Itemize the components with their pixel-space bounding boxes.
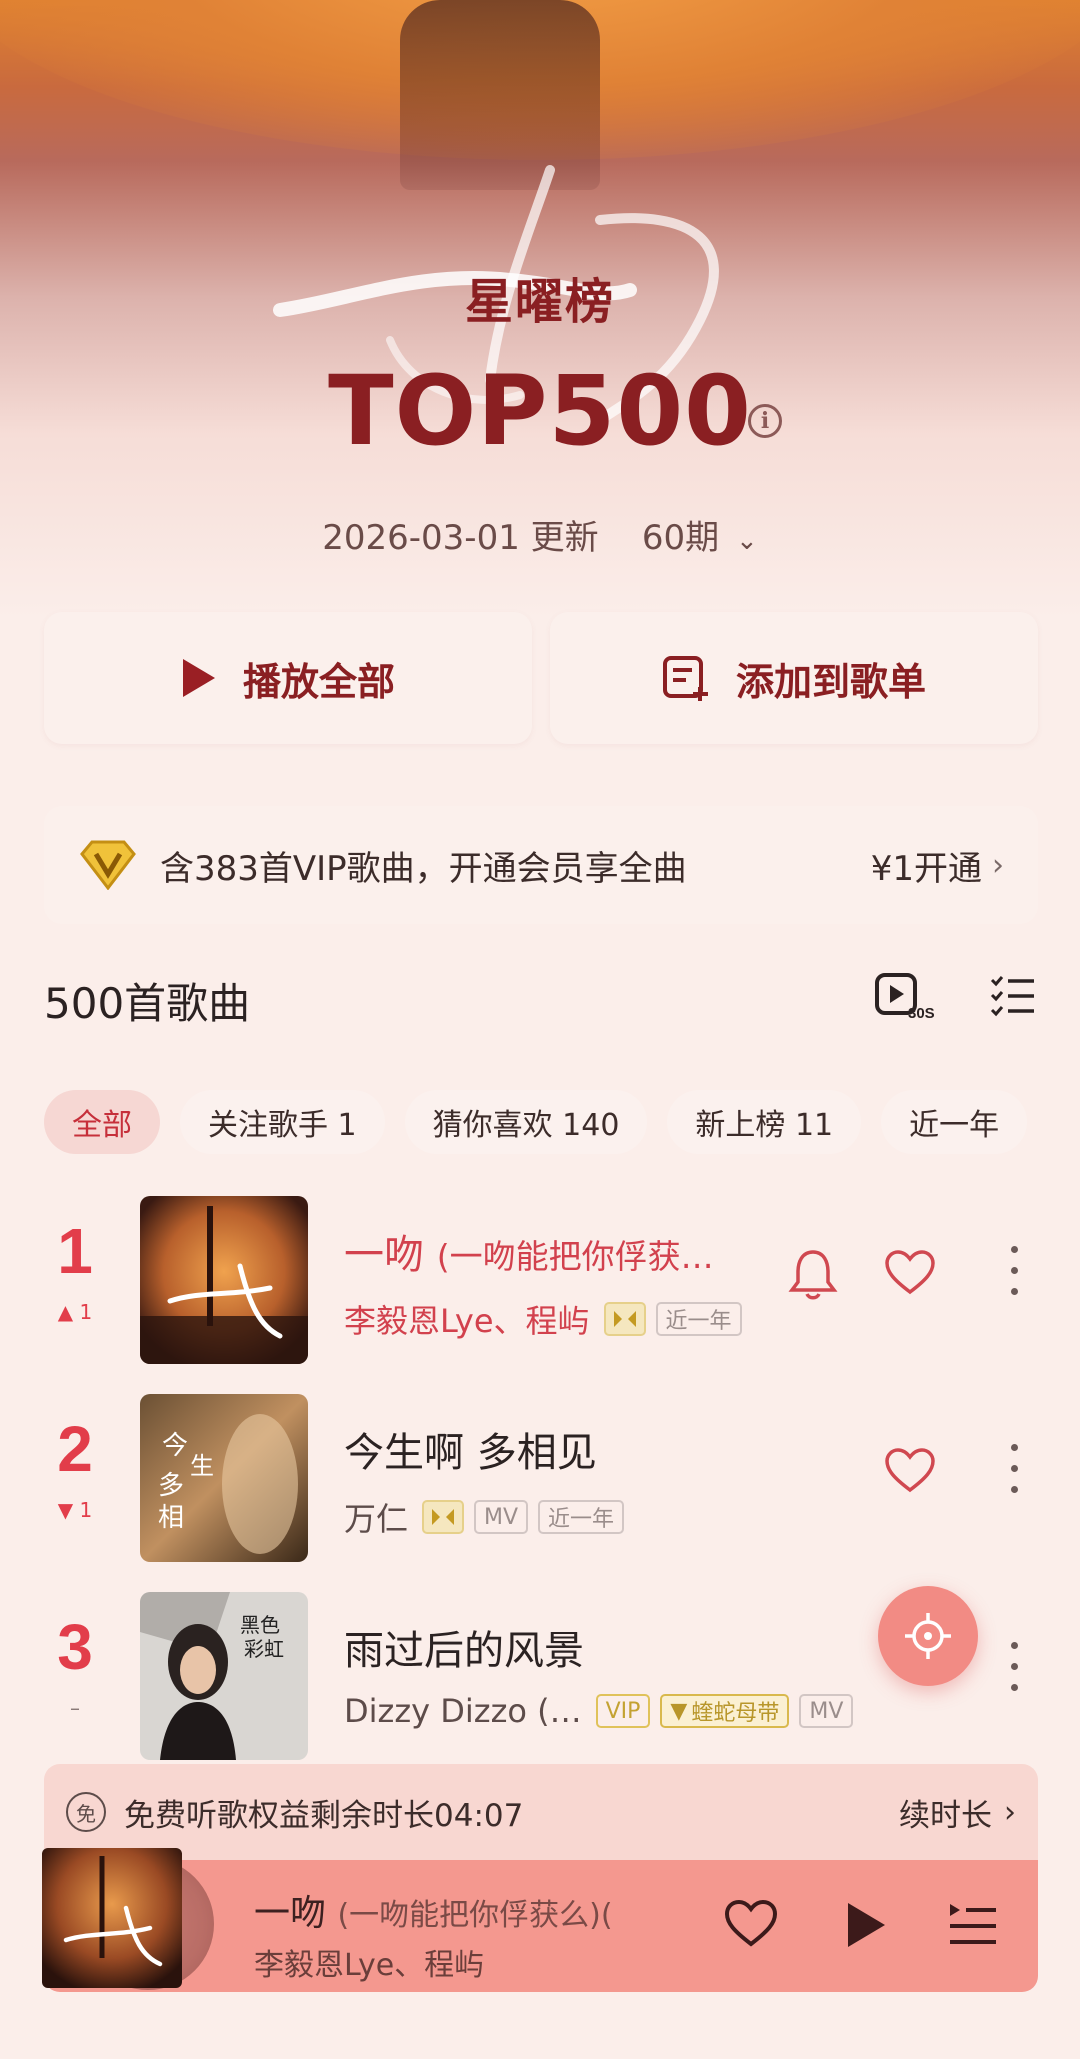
preview-30s-label: 30S bbox=[908, 1005, 935, 1022]
multi-select-icon[interactable] bbox=[990, 975, 1036, 1021]
chevron-right-icon: › bbox=[992, 847, 1004, 883]
tag-mv[interactable]: MV bbox=[799, 1694, 854, 1728]
song-row[interactable]: 1 ▲ 1 一吻 (一吻能把你俘获… 李毅恩Lye、程屿 近一年 bbox=[0, 1196, 1080, 1374]
chevron-right-icon: › bbox=[1004, 1794, 1016, 1830]
vip-open-link[interactable]: ¥1开通 bbox=[871, 841, 982, 890]
play-icon bbox=[181, 657, 217, 699]
song-rank: 2 bbox=[57, 1413, 93, 1485]
free-badge-icon: 免 bbox=[66, 1792, 106, 1832]
rank-trend: ▼ 1 bbox=[57, 1498, 93, 1522]
svg-text:多: 多 bbox=[158, 1471, 184, 1501]
tag-recent-year: 近一年 bbox=[538, 1500, 625, 1534]
song-meta: 李毅恩Lye、程屿 近一年 bbox=[344, 1296, 752, 1342]
svg-text:今: 今 bbox=[162, 1431, 188, 1461]
now-playing-title: 一吻 (一吻能把你俘获么)( bbox=[254, 1893, 613, 1934]
heart-icon[interactable] bbox=[884, 1448, 936, 1498]
now-playing-artist: 李毅恩Lye、程屿 bbox=[254, 1948, 485, 1983]
filter-chip-recent-year[interactable]: 近一年 bbox=[881, 1090, 1028, 1154]
update-date: 2026-03-01 更新 bbox=[322, 518, 599, 558]
period-label: 60期 bbox=[641, 518, 720, 558]
filter-chips: 全部 关注歌手 1 猜你喜欢 140 新上榜 11 近一年 bbox=[44, 1090, 1080, 1154]
song-artist[interactable]: Dizzy Dizzo (… bbox=[344, 1692, 582, 1730]
song-artist[interactable]: 李毅恩Lye、程屿 bbox=[344, 1296, 590, 1342]
song-rank: 1 bbox=[57, 1215, 93, 1287]
heart-icon[interactable] bbox=[884, 1250, 936, 1300]
svg-text:彩虹: 彩虹 bbox=[244, 1637, 284, 1661]
song-row[interactable]: 2 ▼ 1 今 多 相 生 今生啊 多相见 万仁 MV 近一年 bbox=[0, 1394, 1080, 1572]
tag-recent-year: 近一年 bbox=[655, 1302, 742, 1336]
song-artist[interactable]: 万仁 bbox=[344, 1494, 408, 1540]
preview-30s-icon[interactable]: 30S bbox=[874, 972, 938, 1026]
play-all-button[interactable]: 播放全部 bbox=[44, 612, 532, 744]
vip-promo-bar[interactable]: 含383首VIP歌曲，开通会员享全曲 ¥1开通 › bbox=[44, 806, 1038, 924]
tag-viper-master: ▼ 蝰蛇母带 bbox=[660, 1694, 790, 1728]
chart-subtitle: 星曜榜 bbox=[464, 274, 615, 330]
song-title: 一吻 (一吻能把你俘获… bbox=[344, 1232, 714, 1278]
viper-icon: ▼ bbox=[670, 1698, 688, 1724]
chevron-down-icon: ⌄ bbox=[735, 526, 758, 556]
free-listening-text: 免费听歌权益剩余时长04:07 bbox=[124, 1797, 524, 1834]
more-options-icon[interactable] bbox=[1008, 1246, 1020, 1309]
song-meta: 万仁 MV 近一年 bbox=[344, 1494, 634, 1540]
crosshair-icon bbox=[905, 1613, 951, 1659]
add-playlist-icon bbox=[662, 655, 710, 701]
dolby-audio-icon bbox=[422, 1500, 465, 1534]
heart-icon[interactable] bbox=[724, 1899, 778, 1952]
filter-chip-followed[interactable]: 关注歌手 1 bbox=[180, 1090, 385, 1154]
locate-current-song-button[interactable] bbox=[878, 1586, 978, 1686]
info-icon[interactable]: i bbox=[748, 404, 782, 438]
playlist-queue-icon[interactable] bbox=[948, 1902, 998, 1952]
album-cover: 今 多 相 生 bbox=[140, 1394, 308, 1562]
add-to-playlist-label: 添加到歌单 bbox=[735, 659, 926, 704]
vip-diamond-icon bbox=[78, 840, 138, 890]
album-cover bbox=[140, 1196, 308, 1364]
dolby-audio-icon bbox=[603, 1302, 646, 1336]
free-listening-bar[interactable]: 免 免费听歌权益剩余时长04:07 续时长 › bbox=[44, 1764, 1038, 1860]
play-icon[interactable] bbox=[844, 1900, 888, 1954]
chart-title: TOP500 bbox=[328, 355, 752, 467]
svg-text:生: 生 bbox=[190, 1452, 214, 1480]
filter-chip-guess[interactable]: 猜你喜欢 140 bbox=[404, 1090, 648, 1154]
tag-vip: VIP bbox=[595, 1694, 651, 1728]
bottom-safe-area bbox=[0, 1992, 1080, 2059]
rank-trend: – bbox=[70, 1696, 80, 1720]
svg-text:黑色: 黑色 bbox=[240, 1613, 280, 1637]
add-to-playlist-button[interactable]: 添加到歌单 bbox=[550, 612, 1038, 744]
bell-icon[interactable] bbox=[788, 1248, 838, 1304]
play-all-label: 播放全部 bbox=[242, 659, 395, 704]
song-title: 今生啊 多相见 bbox=[344, 1430, 597, 1476]
extend-time-link[interactable]: 续时长 bbox=[899, 1790, 992, 1835]
period-selector[interactable]: 2026-03-01 更新 60期 ⌄ bbox=[0, 510, 1080, 559]
now-playing-cover bbox=[42, 1848, 182, 1988]
more-options-icon[interactable] bbox=[1008, 1642, 1020, 1705]
album-cover: 黑色 彩虹 bbox=[140, 1592, 308, 1760]
now-playing-artwork[interactable] bbox=[42, 1848, 222, 1998]
song-meta: Dizzy Dizzo (… VIP ▼ 蝰蛇母带 MV bbox=[344, 1692, 863, 1730]
filter-chip-all[interactable]: 全部 bbox=[44, 1090, 160, 1154]
mini-player[interactable]: 一吻 (一吻能把你俘获么)( 李毅恩Lye、程屿 bbox=[42, 1848, 1038, 1992]
tag-viper-master-label: 蝰蛇母带 bbox=[691, 1701, 780, 1726]
tag-mv[interactable]: MV bbox=[474, 1500, 529, 1534]
filter-chip-new[interactable]: 新上榜 11 bbox=[667, 1090, 862, 1154]
rank-trend: ▲ 1 bbox=[57, 1300, 93, 1324]
song-count-title: 500首歌曲 bbox=[44, 979, 251, 1028]
more-options-icon[interactable] bbox=[1008, 1444, 1020, 1507]
vip-promo-text: 含383首VIP歌曲，开通会员享全曲 bbox=[160, 848, 687, 889]
svg-text:相: 相 bbox=[158, 1503, 184, 1533]
song-title: 雨过后的风景 bbox=[344, 1628, 584, 1674]
song-rank: 3 bbox=[57, 1611, 93, 1683]
